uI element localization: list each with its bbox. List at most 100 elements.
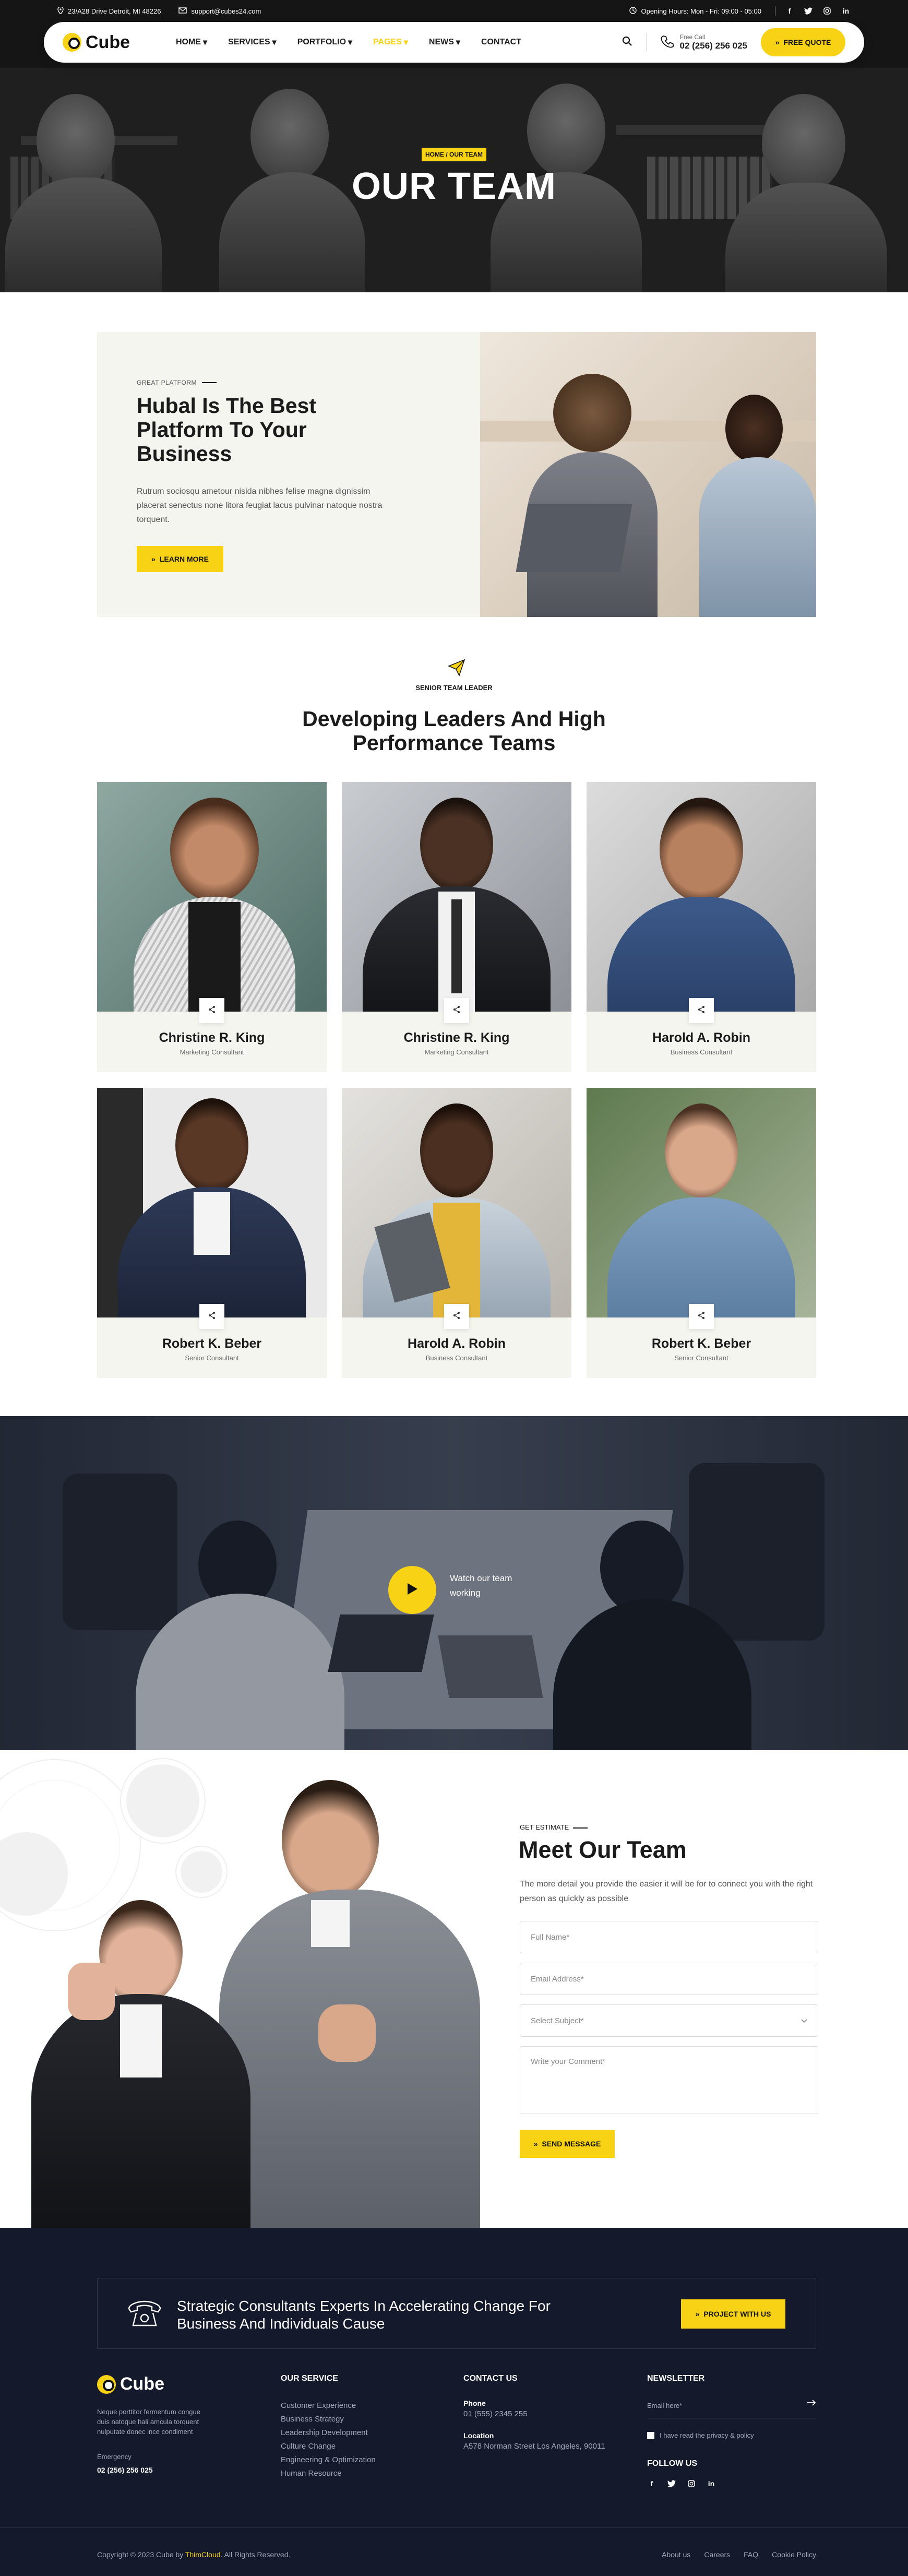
- paper-plane-icon: [448, 659, 465, 679]
- menu-item-home[interactable]: HOME ▾: [176, 37, 207, 48]
- team-member-name[interactable]: Christine R. King: [97, 1030, 327, 1046]
- share-icon: [697, 1311, 706, 1322]
- instagram-icon[interactable]: [822, 6, 832, 16]
- team-member-role: Business Consultant: [425, 1354, 488, 1362]
- footer-service-link[interactable]: Business Strategy: [281, 2413, 376, 2426]
- footer-logo-text: Cube: [120, 2374, 164, 2394]
- cta-text: Strategic Consultants Experts In Acceler…: [177, 2298, 551, 2332]
- team-member-name[interactable]: Harold A. Robin: [587, 1030, 816, 1046]
- footer-phone[interactable]: 01 (555) 2345 255: [463, 2407, 605, 2421]
- footer-service-link[interactable]: Engineering & Optimization: [281, 2453, 376, 2467]
- logo-mark-icon: [63, 33, 81, 52]
- free-quote-button[interactable]: » FREE QUOTE: [761, 28, 845, 56]
- about-title: Hubal Is The Best Platform To Your Busin…: [137, 394, 317, 466]
- menu-item-news[interactable]: NEWS ▾: [429, 37, 460, 48]
- share-icon: [452, 1005, 461, 1016]
- emergency-phone[interactable]: 02 (256) 256 025: [97, 2466, 212, 2474]
- share-icon: [208, 1005, 216, 1016]
- team-card[interactable]: Harold A. Robin Business Consultant: [587, 782, 816, 1072]
- team-eyebrow: SENIOR TEAM LEADER: [415, 684, 493, 692]
- footer-service-link[interactable]: Human Resource: [281, 2467, 376, 2480]
- learn-more-button[interactable]: » LEARN MORE: [137, 546, 223, 572]
- chevron-down-icon: ▾: [203, 38, 208, 47]
- chevron-down-icon: [801, 2016, 807, 2025]
- project-with-us-label: PROJECT WITH US: [703, 2310, 771, 2318]
- footer-link-cookie[interactable]: Cookie Policy: [772, 2550, 816, 2559]
- linkedin-icon[interactable]: in: [707, 2479, 716, 2488]
- share-icon: [452, 1311, 461, 1322]
- project-with-us-button[interactable]: » PROJECT WITH US: [681, 2299, 785, 2329]
- send-message-button[interactable]: » SEND MESSAGE: [520, 2130, 615, 2158]
- facebook-icon[interactable]: f: [647, 2479, 656, 2488]
- menu-item-contact[interactable]: CONTACT: [481, 37, 521, 48]
- team-photo: [342, 1088, 571, 1317]
- breadcrumb[interactable]: HOME / OUR TEAM: [422, 148, 486, 161]
- menu-item-portfolio[interactable]: PORTFOLIO ▾: [297, 37, 352, 48]
- team-member-name[interactable]: Robert K. Beber: [587, 1336, 816, 1351]
- comment-textarea[interactable]: Write your Comment*: [520, 2046, 818, 2114]
- hero-section: 23/A28 Drive Detroit, MI 48226 support@c…: [0, 0, 908, 292]
- share-button[interactable]: [199, 1304, 224, 1329]
- facebook-icon[interactable]: f: [785, 6, 794, 16]
- share-button[interactable]: [444, 1304, 469, 1329]
- menu-label: PORTFOLIO: [297, 38, 347, 46]
- footer-service-link[interactable]: Leadership Development: [281, 2426, 376, 2440]
- privacy-checkbox-row[interactable]: I have read the privacy & policy: [647, 2429, 816, 2442]
- footer-service-link[interactable]: Culture Change: [281, 2440, 376, 2453]
- privacy-checkbox[interactable]: [647, 2432, 654, 2439]
- play-video-button[interactable]: [388, 1566, 436, 1614]
- menu-item-services[interactable]: SERVICES ▾: [228, 37, 277, 48]
- team-card[interactable]: Christine R. King Marketing Consultant: [342, 782, 571, 1072]
- team-card[interactable]: Robert K. Beber Senior Consultant: [587, 1088, 816, 1378]
- full-name-input[interactable]: Full Name*: [520, 1921, 818, 1953]
- team-member-name[interactable]: Christine R. King: [342, 1030, 571, 1046]
- team-card[interactable]: Robert K. Beber Senior Consultant: [97, 1088, 327, 1378]
- footer-link-careers[interactable]: Careers: [704, 2550, 730, 2559]
- share-button[interactable]: [689, 1304, 714, 1329]
- footer-link-faq[interactable]: FAQ: [744, 2550, 758, 2559]
- copyright-suffix: . All Rights Reserved.: [220, 2550, 291, 2559]
- footer-phone-label: Phone: [463, 2399, 486, 2407]
- telephone-icon: [127, 2298, 162, 2331]
- team-member-name[interactable]: Robert K. Beber: [97, 1336, 327, 1351]
- footer-contact-column: CONTACT US Phone 01 (555) 2345 255 Locat…: [463, 2374, 605, 2453]
- footer-link-about[interactable]: About us: [662, 2550, 690, 2559]
- team-card[interactable]: Harold A. Robin Business Consultant: [342, 1088, 571, 1378]
- instagram-icon[interactable]: [687, 2479, 696, 2488]
- email-text[interactable]: support@cubes24.com: [191, 7, 261, 15]
- subject-select-value: Select Subject*: [531, 2016, 584, 2025]
- contact-title: Meet Our Team: [519, 1836, 687, 1863]
- cta-banner: Strategic Consultants Experts In Acceler…: [97, 2278, 816, 2349]
- newsletter-email-input[interactable]: Email here*: [647, 2399, 816, 2418]
- footer-divider: [0, 2527, 908, 2528]
- team-card[interactable]: Christine R. King Marketing Consultant: [97, 782, 327, 1072]
- linkedin-icon[interactable]: in: [841, 6, 851, 16]
- twitter-icon[interactable]: [667, 2479, 676, 2488]
- twitter-icon[interactable]: [804, 6, 813, 16]
- team-member-name[interactable]: Harold A. Robin: [342, 1336, 571, 1351]
- about-image: [480, 332, 816, 617]
- send-arrow-icon[interactable]: [807, 2399, 816, 2413]
- email-input[interactable]: Email Address*: [520, 1963, 818, 1995]
- subject-select[interactable]: Select Subject*: [520, 2004, 818, 2037]
- logo-mark-icon: [97, 2375, 116, 2394]
- footer-logo[interactable]: Cube: [97, 2374, 212, 2394]
- share-button[interactable]: [444, 998, 469, 1023]
- copyright-brand-link[interactable]: ThimCloud: [185, 2550, 221, 2559]
- menu-item-pages[interactable]: PAGES ▾: [373, 37, 408, 48]
- team-photo: [587, 1088, 816, 1317]
- newsletter-placeholder: Email here*: [647, 2402, 683, 2409]
- search-icon[interactable]: [622, 36, 632, 49]
- play-icon: [407, 1583, 418, 1598]
- footer-about-column: Cube Neque porttitor fermentum congue du…: [97, 2374, 212, 2474]
- mail-icon: [178, 7, 187, 15]
- team-photo: [97, 782, 327, 1012]
- share-button[interactable]: [199, 998, 224, 1023]
- nav-phone[interactable]: Free Call 02 (256) 256 025: [660, 33, 747, 51]
- double-chevron-icon: »: [533, 2140, 538, 2148]
- footer-service-link[interactable]: Customer Experience: [281, 2399, 376, 2413]
- double-chevron-icon: »: [775, 38, 780, 46]
- share-button[interactable]: [689, 998, 714, 1023]
- email-item[interactable]: support@cubes24.com: [178, 7, 261, 15]
- site-logo[interactable]: Cube: [63, 32, 130, 53]
